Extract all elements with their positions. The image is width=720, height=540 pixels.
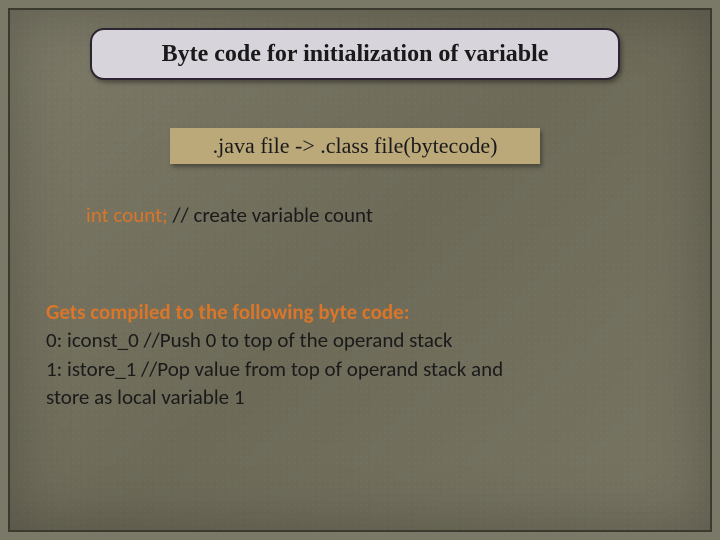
bytecode-line-1a: 1: istore_1 //Pop value from top of oper…	[46, 355, 686, 383]
slide-frame: Byte code for initialization of variable…	[8, 8, 712, 532]
title-banner: Byte code for initialization of variable	[90, 28, 620, 80]
bytecode-heading: Gets compiled to the following byte code…	[46, 298, 686, 326]
bytecode-line-1b: store as local variable 1	[46, 383, 686, 411]
java-code-comment: // create variable count	[168, 202, 373, 228]
subtitle-banner: .java file -> .class file(bytecode)	[170, 128, 540, 164]
java-code-line: int count; // create variable count	[86, 202, 373, 228]
java-code-snippet: int count;	[86, 202, 168, 228]
bytecode-block: Gets compiled to the following byte code…	[46, 298, 686, 411]
subtitle-text: .java file -> .class file(bytecode)	[213, 133, 498, 159]
background-texture	[10, 10, 710, 530]
slide-title: Byte code for initialization of variable	[162, 41, 549, 68]
bytecode-line-0: 0: iconst_0 //Push 0 to top of the opera…	[46, 326, 686, 354]
